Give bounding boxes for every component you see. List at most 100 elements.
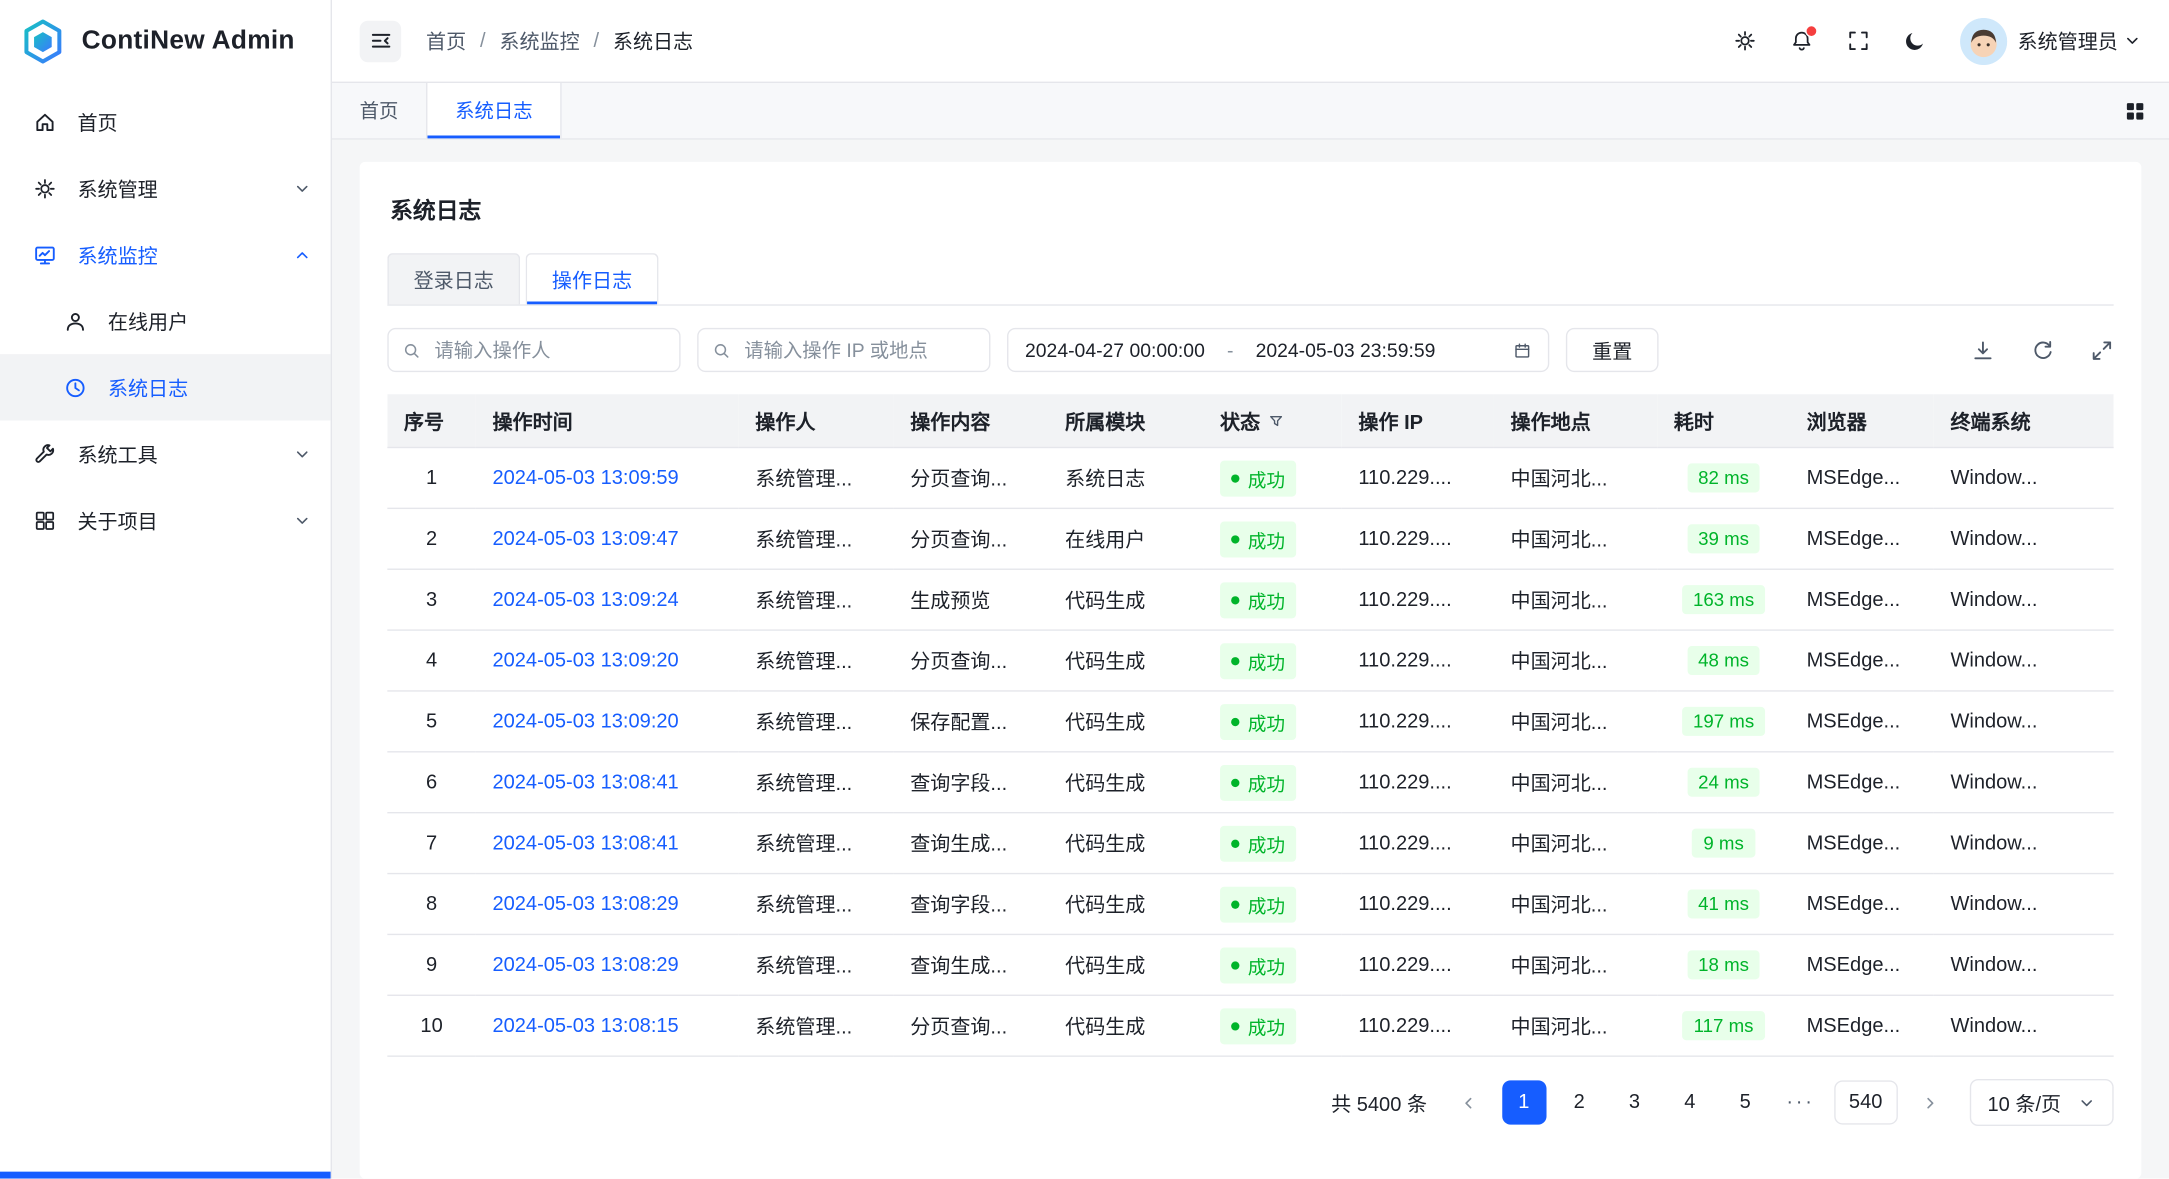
chevron-down-icon (293, 179, 311, 197)
cell-os: Window... (1934, 752, 2114, 813)
cell-no: 9 (387, 934, 476, 995)
log-time-link[interactable]: 2024-05-03 13:08:15 (492, 1015, 678, 1037)
menu-fold-button[interactable] (360, 20, 401, 61)
cell-browser: MSEdge... (1790, 813, 1934, 874)
workspace-tab-home[interactable]: 首页 (332, 83, 426, 138)
cell-content: 分页查询... (894, 630, 1049, 691)
status-badge: 成功 (1220, 886, 1296, 922)
sidebar-item-online-users[interactable]: 在线用户 (0, 288, 331, 354)
cell-location: 中国河北... (1494, 995, 1657, 1056)
col-header-status: 状态 (1203, 394, 1341, 447)
user-menu[interactable]: 系统管理员 (1959, 17, 2141, 64)
cell-module: 代码生成 (1049, 691, 1204, 752)
scrollbar-thumb[interactable] (0, 1172, 331, 1179)
topbar-actions: 系统管理员 (1733, 17, 2142, 64)
col-header-operator: 操作人 (739, 394, 894, 447)
pagination-page-4[interactable]: 4 (1668, 1080, 1712, 1124)
workspace-tab-system-log[interactable]: 系统日志 (426, 83, 562, 138)
pagination-page-2[interactable]: 2 (1557, 1080, 1601, 1124)
breadcrumb-item-home[interactable]: 首页 (426, 26, 466, 55)
log-time-link[interactable]: 2024-05-03 13:08:41 (492, 771, 678, 793)
cell-no: 7 (387, 813, 476, 874)
log-time-link[interactable]: 2024-05-03 13:09:59 (492, 467, 678, 489)
filter-icon[interactable] (1268, 413, 1283, 428)
operator-search-input[interactable] (432, 338, 666, 363)
status-dot (1231, 961, 1239, 969)
sidebar-item-about-project[interactable]: 关于项目 (0, 487, 331, 553)
expand-icon[interactable] (2090, 338, 2114, 362)
date-end-value[interactable]: 2024-05-03 23:59:59 (1256, 339, 1436, 361)
breadcrumb-item-log[interactable]: 系统日志 (613, 26, 693, 55)
sidebar-item-home[interactable]: 首页 (0, 89, 331, 155)
log-time-link[interactable]: 2024-05-03 13:08:29 (492, 893, 678, 915)
pagination-page-5[interactable]: 5 (1723, 1080, 1767, 1124)
dark-mode-moon-icon[interactable] (1903, 29, 1927, 53)
log-time-link[interactable]: 2024-05-03 13:09:20 (492, 710, 678, 732)
status-dot (1231, 535, 1239, 543)
pagination-next-button[interactable] (1909, 1080, 1953, 1124)
elapsed-badge: 117 ms (1683, 1011, 1765, 1040)
breadcrumb-item-monitor[interactable]: 系统监控 (499, 26, 579, 55)
status-badge: 成功 (1220, 825, 1296, 861)
cell-operator: 系统管理... (739, 447, 894, 508)
sidebar-item-system-management[interactable]: 系统管理 (0, 155, 331, 221)
cell-operator: 系统管理... (739, 934, 894, 995)
pagination-page-3[interactable]: 3 (1612, 1080, 1656, 1124)
download-icon[interactable] (1971, 338, 1995, 362)
cell-browser: MSEdge... (1790, 874, 1934, 935)
tool-icon (33, 441, 58, 466)
notification-bell-icon[interactable] (1789, 29, 1813, 53)
app-logo[interactable]: ContiNew Admin (0, 0, 331, 83)
log-time-link[interactable]: 2024-05-03 13:08:29 (492, 954, 678, 976)
fullscreen-icon[interactable] (1846, 29, 1870, 53)
ip-search-field[interactable] (697, 328, 990, 372)
chevron-down-icon (2123, 32, 2141, 50)
cell-operator: 系统管理... (739, 569, 894, 630)
tab-actions-button[interactable] (2101, 83, 2169, 138)
cell-no: 1 (387, 447, 476, 508)
page-size-select[interactable]: 10 条/页 (1970, 1079, 2114, 1126)
operator-search-field[interactable] (387, 328, 680, 372)
table-row: 6 2024-05-03 13:08:41 系统管理... 查询字段... 代码… (387, 752, 2113, 813)
cell-no: 2 (387, 508, 476, 569)
log-time-link[interactable]: 2024-05-03 13:09:24 (492, 589, 678, 611)
tab-operation-log[interactable]: 操作日志 (526, 253, 659, 304)
table-row: 8 2024-05-03 13:08:29 系统管理... 查询字段... 代码… (387, 874, 2113, 935)
pagination-prev-button[interactable] (1446, 1080, 1490, 1124)
ip-search-input[interactable] (741, 338, 975, 363)
date-range-picker[interactable]: 2024-04-27 00:00:00 - 2024-05-03 23:59:5… (1007, 328, 1549, 372)
pagination-ellipsis[interactable]: ··· (1778, 1080, 1822, 1124)
sidebar-item-label: 系统工具 (77, 439, 157, 468)
cell-location: 中国河北... (1494, 447, 1657, 508)
cell-os: Window... (1934, 995, 2114, 1056)
log-time-link[interactable]: 2024-05-03 13:09:47 (492, 528, 678, 550)
reset-button[interactable]: 重置 (1566, 328, 1659, 372)
table-row: 10 2024-05-03 13:08:15 系统管理... 分页查询... 代… (387, 995, 2113, 1056)
cell-os: Window... (1934, 813, 2114, 874)
cell-ip: 110.229.... (1342, 508, 1494, 569)
settings-gear-icon[interactable] (1733, 29, 1757, 53)
sidebar-item-system-monitor[interactable]: 系统监控 (0, 221, 331, 287)
pagination-page-1[interactable]: 1 (1502, 1080, 1546, 1124)
log-time-link[interactable]: 2024-05-03 13:08:41 (492, 832, 678, 854)
tab-login-log[interactable]: 登录日志 (387, 253, 520, 304)
date-start-value[interactable]: 2024-04-27 00:00:00 (1025, 339, 1205, 361)
cell-os: Window... (1934, 630, 2114, 691)
status-badge: 成功 (1220, 582, 1296, 618)
log-time-link[interactable]: 2024-05-03 13:09:20 (492, 649, 678, 671)
workspace-tabbar: 首页 系统日志 (332, 83, 2169, 140)
sidebar-item-system-tools[interactable]: 系统工具 (0, 421, 331, 487)
cell-browser: MSEdge... (1790, 934, 1934, 995)
refresh-icon[interactable] (2031, 338, 2055, 362)
status-dot (1231, 778, 1239, 786)
apps-icon (2123, 99, 2147, 123)
cell-browser: MSEdge... (1790, 995, 1934, 1056)
chevron-down-icon (293, 511, 311, 529)
cell-content: 查询生成... (894, 934, 1049, 995)
cell-location: 中国河北... (1494, 569, 1657, 630)
cell-content: 分页查询... (894, 447, 1049, 508)
cell-ip: 110.229.... (1342, 813, 1494, 874)
elapsed-badge: 82 ms (1687, 463, 1760, 492)
sidebar-item-system-log[interactable]: 系统日志 (0, 354, 331, 420)
pagination-page-last[interactable]: 540 (1834, 1080, 1898, 1124)
